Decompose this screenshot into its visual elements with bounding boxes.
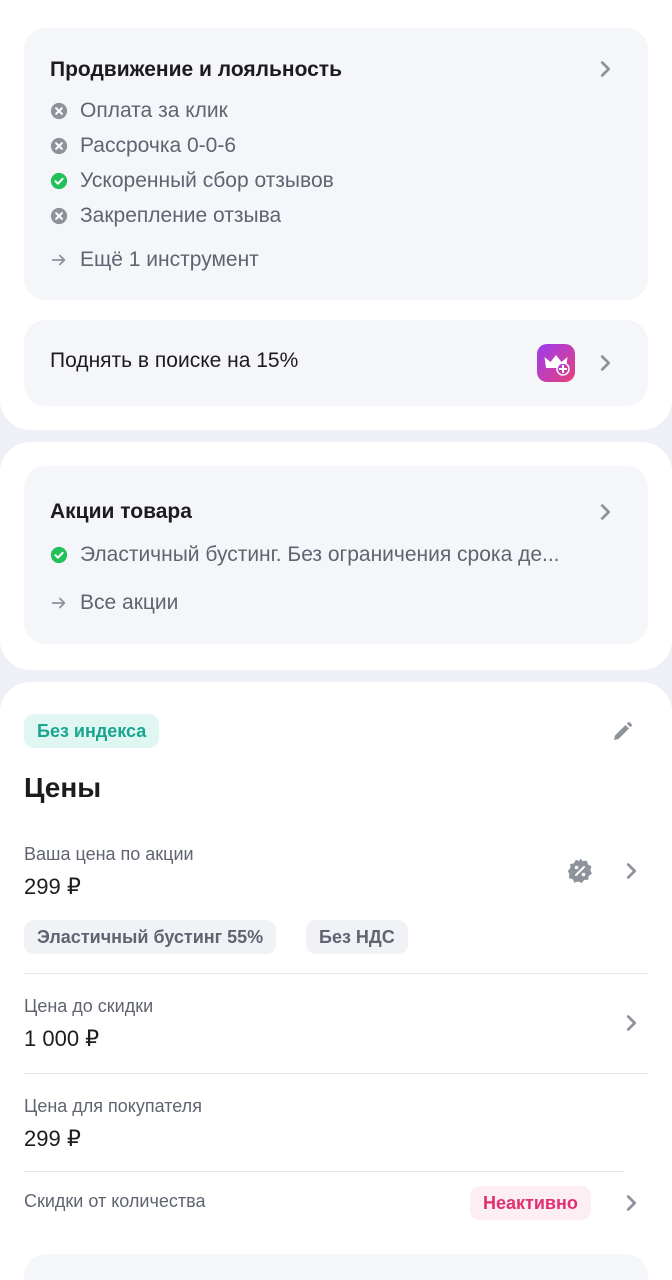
promotion-item-installment: Рассрочка 0-0-6	[50, 131, 236, 161]
x-circle-icon	[50, 207, 68, 225]
before-discount-value: 1 000 ₽	[24, 1026, 100, 1051]
chevron-right-icon[interactable]	[594, 501, 616, 523]
crown-plus-icon	[537, 344, 575, 382]
check-circle-icon	[50, 546, 68, 564]
divider	[24, 1073, 648, 1074]
arrow-right-icon	[51, 254, 66, 266]
qty-discount-status-badge: Неактивно	[470, 1186, 591, 1220]
discount-badge-icon	[567, 858, 592, 883]
check-circle-icon	[50, 172, 68, 190]
prices-card: Без индекса Цены Ваша цена по акции 299 …	[0, 682, 672, 1280]
buyer-price-label: Цена для покупателя	[24, 1096, 202, 1116]
chevron-right-icon[interactable]	[594, 58, 616, 80]
promotion-item-pay-per-click: Оплата за клик	[50, 96, 228, 126]
buyer-price-value: 299 ₽	[24, 1126, 81, 1151]
prices-title: Цены	[24, 772, 102, 803]
divider	[24, 973, 648, 974]
edit-icon[interactable]	[610, 720, 634, 744]
before-discount-row[interactable]: Цена до скидки 1 000 ₽	[0, 982, 672, 1072]
boost-label: Поднять в поиске на 15%	[50, 349, 299, 372]
promotion-more-link[interactable]: Ещё 1 инструмент	[50, 245, 259, 275]
actions-title: Акции товара	[50, 500, 192, 523]
actions-all-link[interactable]: Все акции	[50, 588, 178, 618]
chevron-right-icon[interactable]	[620, 860, 642, 882]
promotion-item-label: Рассрочка 0-0-6	[80, 134, 237, 157]
promotion-title: Продвижение и лояльность	[50, 58, 342, 81]
x-circle-icon	[50, 137, 68, 155]
next-block	[24, 1254, 648, 1280]
boost-row[interactable]: Поднять в поиске на 15%	[24, 320, 648, 406]
promotion-block[interactable]: Продвижение и лояльность Оплата за клик …	[24, 28, 648, 300]
promo-price-row[interactable]: Ваша цена по акции 299 ₽	[0, 832, 672, 912]
actions-active-label: Эластичный бустинг. Без ограничения срок…	[80, 543, 560, 566]
buyer-price-row: Цена для покупателя 299 ₽	[0, 1082, 672, 1170]
tag-elastic-boost: Эластичный бустинг 55%	[24, 920, 277, 954]
before-discount-label: Цена до скидки	[24, 996, 154, 1016]
divider	[24, 1171, 624, 1172]
promo-price-value: 299 ₽	[24, 874, 81, 899]
promotion-item-label: Закрепление отзыва	[80, 204, 282, 227]
promotion-item-review-collection: Ускоренный сбор отзывов	[50, 166, 334, 196]
promo-price-label: Ваша цена по акции	[24, 844, 194, 864]
x-circle-icon	[50, 102, 68, 120]
index-badge: Без индекса	[24, 714, 160, 748]
promotion-item-label: Оплата за клик	[80, 99, 228, 122]
chevron-right-icon[interactable]	[620, 1012, 642, 1034]
actions-block[interactable]: Акции товара Эластичный бустинг. Без огр…	[24, 466, 648, 644]
promotion-more-label: Ещё 1 инструмент	[80, 248, 259, 271]
tag-no-vat: Без НДС	[306, 920, 408, 954]
actions-active-item: Эластичный бустинг. Без ограничения срок…	[50, 540, 630, 570]
chevron-right-icon[interactable]	[620, 1192, 642, 1214]
chevron-right-icon[interactable]	[594, 352, 616, 374]
actions-all-label: Все акции	[80, 591, 179, 614]
qty-discount-row[interactable]: Скидки от количества Неактивно	[0, 1178, 672, 1228]
promotion-item-label: Ускоренный сбор отзывов	[80, 169, 334, 192]
top-card: Продвижение и лояльность Оплата за клик …	[0, 0, 672, 430]
arrow-right-icon	[51, 597, 66, 609]
actions-card: Акции товара Эластичный бустинг. Без огр…	[0, 442, 672, 670]
qty-discount-label: Скидки от количества	[24, 1191, 206, 1211]
promotion-item-pin-review: Закрепление отзыва	[50, 201, 281, 231]
